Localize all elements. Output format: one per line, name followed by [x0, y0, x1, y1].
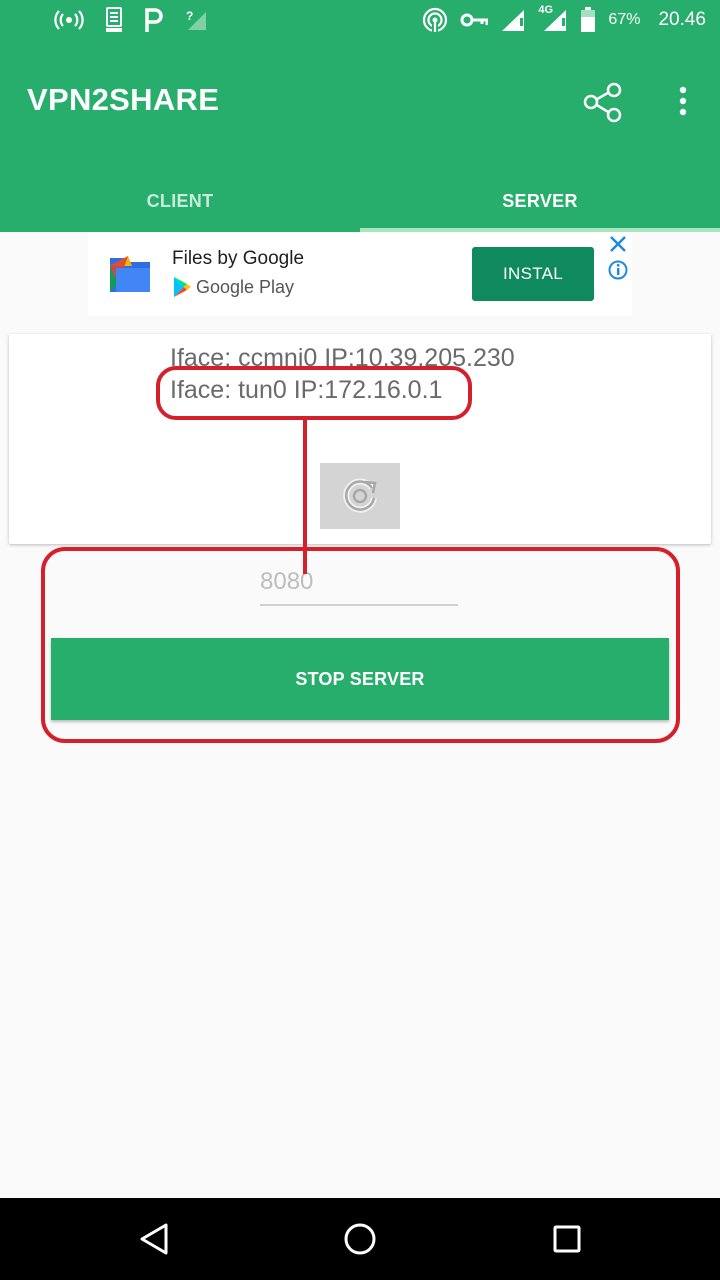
- ad-install-button[interactable]: INSTAL: [472, 247, 594, 301]
- share-button[interactable]: [580, 80, 626, 126]
- info-icon: [608, 260, 628, 280]
- svg-text:?: ?: [186, 9, 193, 23]
- tab-client[interactable]: CLIENT: [0, 170, 360, 232]
- status-bar: ? 4G 67% 20.46: [0, 0, 720, 40]
- vpn-key-icon: [460, 6, 489, 34]
- close-icon: [610, 236, 626, 252]
- battery-icon: [580, 6, 596, 34]
- refresh-button[interactable]: [320, 463, 400, 529]
- iface-line-tun0: Iface: tun0 IP:172.16.0.1: [170, 376, 443, 404]
- interfaces-card: Iface: ccmni0 IP:10.39.205.230 Iface: tu…: [9, 334, 711, 544]
- overflow-menu-button[interactable]: [668, 80, 698, 126]
- p-icon: [144, 6, 164, 34]
- ad-banner[interactable]: Files by Google Google Play INSTAL: [88, 232, 632, 316]
- more-vert-icon: [679, 86, 687, 116]
- back-icon: [140, 1223, 168, 1255]
- ad-store-label: Google Play: [196, 276, 295, 297]
- recents-button[interactable]: [543, 1215, 591, 1263]
- port-input[interactable]: [260, 560, 458, 606]
- app-title: VPN2SHARE: [27, 82, 220, 117]
- wifi-tethering-icon: [422, 6, 448, 34]
- iface-line-ccmni0: Iface: ccmni0 IP:10.39.205.230: [170, 344, 515, 372]
- battery-percent: 67%: [608, 11, 641, 28]
- network-type-label: 4G: [538, 4, 554, 16]
- back-button[interactable]: [130, 1215, 178, 1263]
- hotspot-icon: [54, 6, 84, 34]
- google-play-icon: [174, 277, 191, 297]
- tab-server[interactable]: SERVER: [360, 170, 720, 232]
- ad-info-button[interactable]: [608, 260, 628, 280]
- app-bar: VPN2SHARE CLIENT SERVER: [0, 40, 720, 232]
- files-by-google-logo: [106, 252, 154, 296]
- ad-title: Files by Google: [172, 248, 305, 269]
- home-icon: [344, 1223, 376, 1255]
- stop-server-button[interactable]: STOP SERVER: [51, 638, 669, 720]
- home-button[interactable]: [336, 1215, 384, 1263]
- status-icons-right: 4G 67% 20.46: [422, 4, 706, 34]
- status-icons-left: ?: [54, 6, 208, 34]
- clock: 20.46: [658, 9, 706, 30]
- no-signal-icon: ?: [184, 6, 208, 34]
- usb-debug-icon: [104, 6, 124, 34]
- signal-icon: [500, 6, 526, 34]
- recents-icon: [553, 1225, 581, 1253]
- refresh-icon: [343, 478, 377, 513]
- share-icon: [583, 82, 622, 123]
- signal-4g-icon: 4G: [538, 4, 568, 34]
- navigation-bar: [0, 1198, 720, 1280]
- ad-close-button[interactable]: [608, 234, 628, 254]
- ad-store: Google Play: [172, 276, 294, 298]
